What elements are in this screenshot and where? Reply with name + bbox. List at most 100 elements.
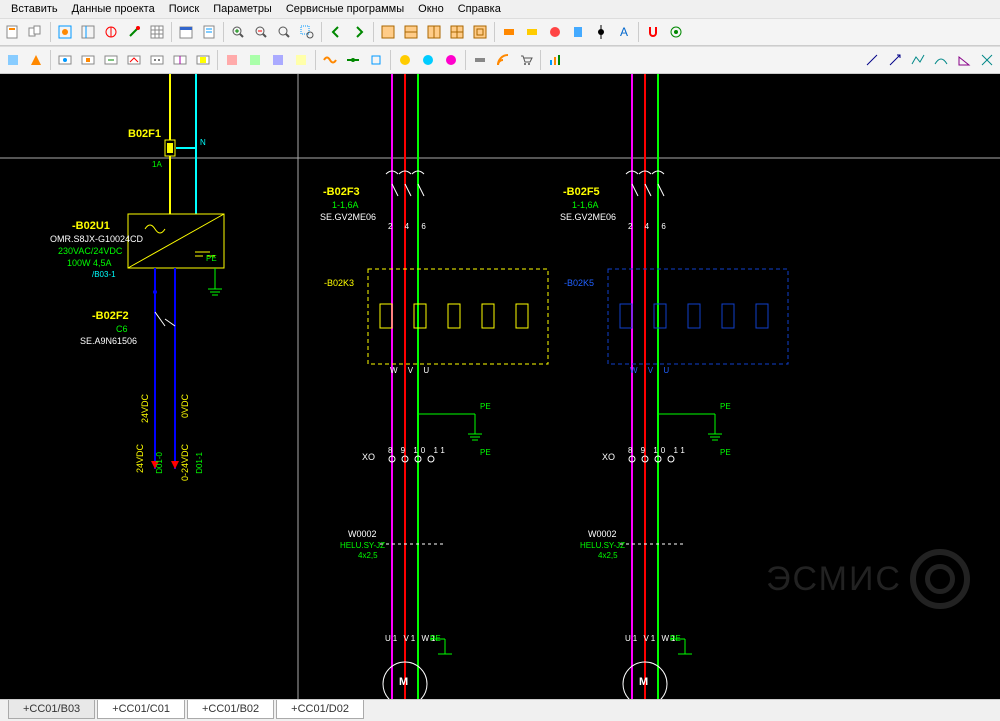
label-pe-m1: PE: [430, 634, 441, 643]
tool2-btn-1[interactable]: [2, 49, 24, 71]
tool-grid-d[interactable]: [446, 21, 468, 43]
tool-magnet-icon[interactable]: [642, 21, 664, 43]
tool-comp-2[interactable]: [521, 21, 543, 43]
label-24vdc-1: 24VDC: [140, 394, 150, 423]
tool2-btn-7[interactable]: [146, 49, 168, 71]
label-b02u1: -B02U1: [72, 220, 110, 232]
tool2-rss-icon[interactable]: [492, 49, 514, 71]
tool2-btn-15[interactable]: [342, 49, 364, 71]
tool-grid-c[interactable]: [423, 21, 445, 43]
tool-zoom-fit-icon[interactable]: [273, 21, 295, 43]
label-0vdc-1: 0VDC: [180, 394, 190, 418]
menu-help[interactable]: Справка: [451, 3, 508, 15]
menu-insert[interactable]: Вставить: [4, 3, 65, 15]
svg-text:A: A: [620, 25, 628, 39]
menu-bar: Вставить Данные проекта Поиск Параметры …: [0, 0, 1000, 18]
tool2-btn-3[interactable]: [54, 49, 76, 71]
tool-nav-left-icon[interactable]: [325, 21, 347, 43]
gear-icon: [910, 549, 970, 609]
tool2-polyline-icon[interactable]: [907, 49, 929, 71]
label-m-1: M: [399, 676, 408, 688]
tool2-btn-11[interactable]: [244, 49, 266, 71]
tool2-btn-16[interactable]: [365, 49, 387, 71]
label-f5-246: 2 4 6: [628, 222, 671, 231]
label-1a: 1A: [152, 160, 162, 169]
tool-btn-2[interactable]: [25, 21, 47, 43]
label-pe-1b: PE: [480, 448, 491, 457]
tool-btn-4[interactable]: [77, 21, 99, 43]
tool2-btn-9[interactable]: [192, 49, 214, 71]
label-n: N: [200, 138, 206, 147]
label-b02f5: -B02F5: [563, 186, 600, 198]
label-wvu-1: W V U: [390, 366, 433, 375]
label-b02f3: -B02F3: [323, 186, 360, 198]
tab-1[interactable]: +CC01/B03: [8, 700, 95, 719]
tab-3[interactable]: +CC01/B02: [187, 700, 274, 719]
page-tabs: +CC01/B03 +CC01/C01 +CC01/B02 +CC01/D02: [0, 699, 1000, 721]
tool-grid-a[interactable]: [377, 21, 399, 43]
menu-parameters[interactable]: Параметры: [206, 3, 279, 15]
tool-comp-3[interactable]: [544, 21, 566, 43]
tab-4[interactable]: +CC01/D02: [276, 700, 364, 719]
tool-btn-5[interactable]: [100, 21, 122, 43]
tool2-btn-14[interactable]: [319, 49, 341, 71]
tool-node-icon[interactable]: [590, 21, 612, 43]
label-xo-2: XO: [602, 452, 615, 462]
label-u1-ref: /B03-1: [92, 270, 116, 279]
tool-text-icon[interactable]: A: [613, 21, 635, 43]
label-f3-range: 1-1,6A: [332, 200, 359, 210]
tool-doc-icon[interactable]: [198, 21, 220, 43]
tool2-btn-6[interactable]: [123, 49, 145, 71]
tool2-btn-20[interactable]: [469, 49, 491, 71]
tool-zoom-in-icon[interactable]: [227, 21, 249, 43]
tool2-line-icon[interactable]: [861, 49, 883, 71]
label-d01-0: D01-0: [155, 452, 164, 474]
tool2-btn-4[interactable]: [77, 49, 99, 71]
tool-grid-b[interactable]: [400, 21, 422, 43]
tool-btn-6[interactable]: [123, 21, 145, 43]
menu-search[interactable]: Поиск: [162, 3, 206, 15]
tool-snap-icon[interactable]: [665, 21, 687, 43]
tool-grid-e[interactable]: [469, 21, 491, 43]
tool-grid-icon[interactable]: [146, 21, 168, 43]
label-b02k5: -B02K5: [564, 278, 594, 288]
label-b02f1: B02F1: [128, 128, 161, 140]
tool2-curve-icon[interactable]: [930, 49, 952, 71]
tool-comp-1[interactable]: [498, 21, 520, 43]
label-u1-rating: 230VAC/24VDC: [58, 246, 122, 256]
tool2-cart-icon[interactable]: [515, 49, 537, 71]
tool2-btn-13[interactable]: [290, 49, 312, 71]
tool2-btn-19[interactable]: [440, 49, 462, 71]
tool-calendar-icon[interactable]: [175, 21, 197, 43]
tool-zoom-out-icon[interactable]: [250, 21, 272, 43]
tool2-btn-10[interactable]: [221, 49, 243, 71]
watermark: ЭСМИС: [766, 549, 970, 609]
schematic-canvas[interactable]: B02F1 N 1A -B02U1 OMR.S8JX-G10024CD 230V…: [0, 74, 1000, 699]
tool2-btn-5[interactable]: [100, 49, 122, 71]
label-helu-1: HELU.SY-JZ: [340, 541, 385, 550]
tool2-btn-8[interactable]: [169, 49, 191, 71]
label-helu-2: HELU.SY-JZ: [580, 541, 625, 550]
menu-window[interactable]: Окно: [411, 3, 451, 15]
tool-nav-right-icon[interactable]: [348, 21, 370, 43]
label-pe-2b: PE: [720, 448, 731, 457]
tool-btn-3[interactable]: [54, 21, 76, 43]
tool2-btn-18[interactable]: [417, 49, 439, 71]
tool2-angle-icon[interactable]: [953, 49, 975, 71]
label-w0002-1: W0002: [348, 529, 377, 539]
tool2-arrow-icon[interactable]: [884, 49, 906, 71]
tool-comp-4[interactable]: [567, 21, 589, 43]
tool-btn-1[interactable]: [2, 21, 24, 43]
label-d01-1: D01-1: [195, 452, 204, 474]
toolbar-2: [0, 46, 1000, 74]
tool2-btn-2[interactable]: [25, 49, 47, 71]
tool-zoom-region-icon[interactable]: [296, 21, 318, 43]
tab-2[interactable]: +CC01/C01: [97, 700, 185, 719]
tool2-btn-17[interactable]: [394, 49, 416, 71]
menu-project-data[interactable]: Данные проекта: [65, 3, 162, 15]
tool2-btn-12[interactable]: [267, 49, 289, 71]
menu-service-programs[interactable]: Сервисные программы: [279, 3, 411, 15]
label-f3-246: 2 4 6: [388, 222, 431, 231]
tool2-chart-icon[interactable]: [544, 49, 566, 71]
tool2-cross-icon[interactable]: [976, 49, 998, 71]
